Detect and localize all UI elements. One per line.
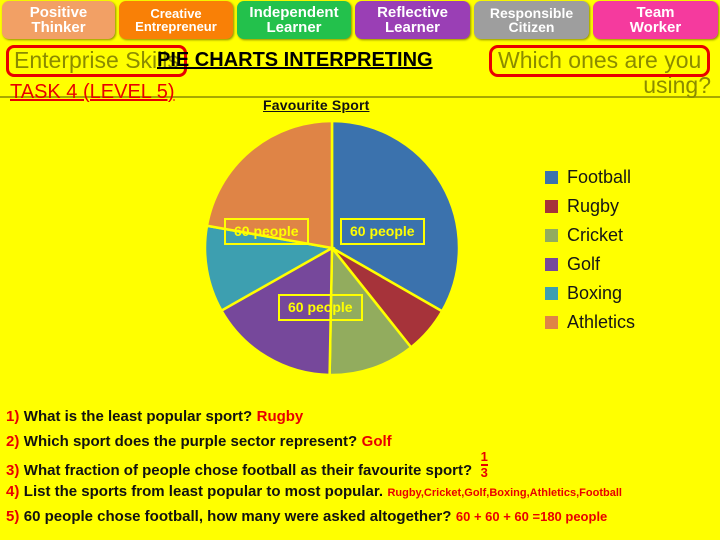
legend-label-cricket: Cricket	[567, 225, 624, 245]
question-3-number: 3)	[6, 462, 20, 479]
task-level-label: TASK 4 (LEVEL 5)	[10, 81, 175, 103]
tab-positive-thinker-line1: Positive	[29, 3, 88, 21]
tab-independent-learner-line1: Independent	[249, 3, 339, 21]
question-row-5: 5) 60 people chose football, how many we…	[6, 508, 720, 533]
legend-label-golf: Golf	[567, 254, 601, 274]
legend-swatch-football-icon	[545, 171, 558, 184]
question-row-1: 1) What is the least popular sport? Rugb…	[6, 408, 720, 433]
legend-swatch-boxing-icon	[545, 287, 558, 300]
legend-swatch-rugby-icon	[545, 200, 558, 213]
question-1-number: 1)	[6, 408, 20, 425]
question-row-2: 2) Which sport does the purple sector re…	[6, 433, 720, 458]
legend-swatch-golf-icon	[545, 258, 558, 271]
slide-canvas: Positive Thinker Creative Entrepreneur I…	[0, 0, 720, 540]
question-2-number: 2)	[6, 433, 20, 450]
page-title: PIE CHARTS INTERPRETING	[157, 49, 433, 71]
which-ones-callout: Which ones are you	[489, 45, 711, 77]
fraction-numerator: 1	[480, 449, 488, 464]
question-row-4: 4) List the sports from least popular to…	[6, 483, 720, 508]
data-label-golf: 60 people	[278, 294, 363, 321]
question-2-answer: Golf	[361, 433, 392, 450]
tab-team-worker[interactable]: Team Worker	[593, 1, 718, 39]
tab-reflective-learner-line1: Reflective	[377, 3, 448, 21]
legend-item-football: Football	[545, 163, 635, 192]
data-label-football: 60 people	[340, 218, 425, 245]
chart-legend: Football Rugby Cricket Golf Boxing Athletics	[545, 163, 635, 337]
legend-item-boxing: Boxing	[545, 279, 635, 308]
question-5-answer: 60 + 60 + 60 =180 people	[455, 509, 608, 524]
legend-item-rugby: Rugby	[545, 192, 635, 221]
skills-tab-strip: Positive Thinker Creative Entrepreneur I…	[0, 0, 720, 40]
tab-creative-entrepreneur[interactable]: Creative Entrepreneur	[119, 1, 233, 39]
legend-item-cricket: Cricket	[545, 221, 635, 250]
data-label-athletics: 60 people	[224, 218, 309, 245]
legend-item-golf: Golf	[545, 250, 635, 279]
tab-reflective-learner[interactable]: Reflective Learner	[355, 1, 470, 39]
question-5-text: 60 people chose football, how many were …	[23, 508, 452, 525]
question-3-answer-fraction: 1 3	[480, 449, 488, 480]
question-3-text: What fraction of people chose football a…	[23, 462, 473, 479]
legend-label-rugby: Rugby	[567, 196, 620, 216]
question-5-number: 5)	[6, 508, 20, 525]
tab-positive-thinker[interactable]: Positive Thinker	[2, 1, 115, 39]
question-4-number: 4)	[6, 483, 20, 500]
tab-creative-entrepreneur-line2: Entrepreneur	[135, 19, 217, 34]
tab-team-worker-line1: Team	[636, 3, 675, 21]
question-1-answer: Rugby	[256, 408, 304, 425]
question-2-text: Which sport does the purple sector repre…	[23, 433, 358, 450]
legend-label-boxing: Boxing	[567, 283, 623, 303]
tab-responsible-citizen-line2: Citizen	[508, 19, 555, 35]
tab-positive-thinker-line2: Thinker	[31, 19, 86, 36]
legend-label-athletics: Athletics	[567, 312, 636, 332]
questions-block: 1) What is the least popular sport? Rugb…	[6, 408, 720, 533]
tab-independent-learner-line2: Learner	[266, 19, 322, 36]
tab-team-worker-line2: Worker	[629, 19, 682, 36]
question-4-answer: Rugby,Cricket,Golf,Boxing,Athletics,Foot…	[387, 487, 622, 499]
legend-item-athletics: Athletics	[545, 308, 635, 337]
question-4-text: List the sports from least popular to mo…	[23, 483, 383, 500]
legend-swatch-cricket-icon	[545, 229, 558, 242]
tab-independent-learner[interactable]: Independent Learner	[237, 1, 351, 39]
question-row-3: 3) What fraction of people chose footbal…	[6, 450, 720, 483]
question-1-text: What is the least popular sport?	[23, 408, 253, 425]
tab-responsible-citizen-line1: Responsible	[489, 4, 574, 21]
legend-label-football: Football	[567, 167, 632, 187]
legend-swatch-athletics-icon	[545, 316, 558, 329]
pie-chart	[200, 115, 465, 380]
fraction-denominator: 3	[480, 465, 488, 480]
chart-title: Favourite Sport	[263, 97, 370, 113]
tab-reflective-learner-line2: Learner	[384, 19, 441, 36]
tab-creative-entrepreneur-line1: Creative	[150, 5, 202, 21]
tab-responsible-citizen[interactable]: Responsible Citizen	[474, 1, 589, 39]
pie-chart-svg	[203, 119, 461, 377]
